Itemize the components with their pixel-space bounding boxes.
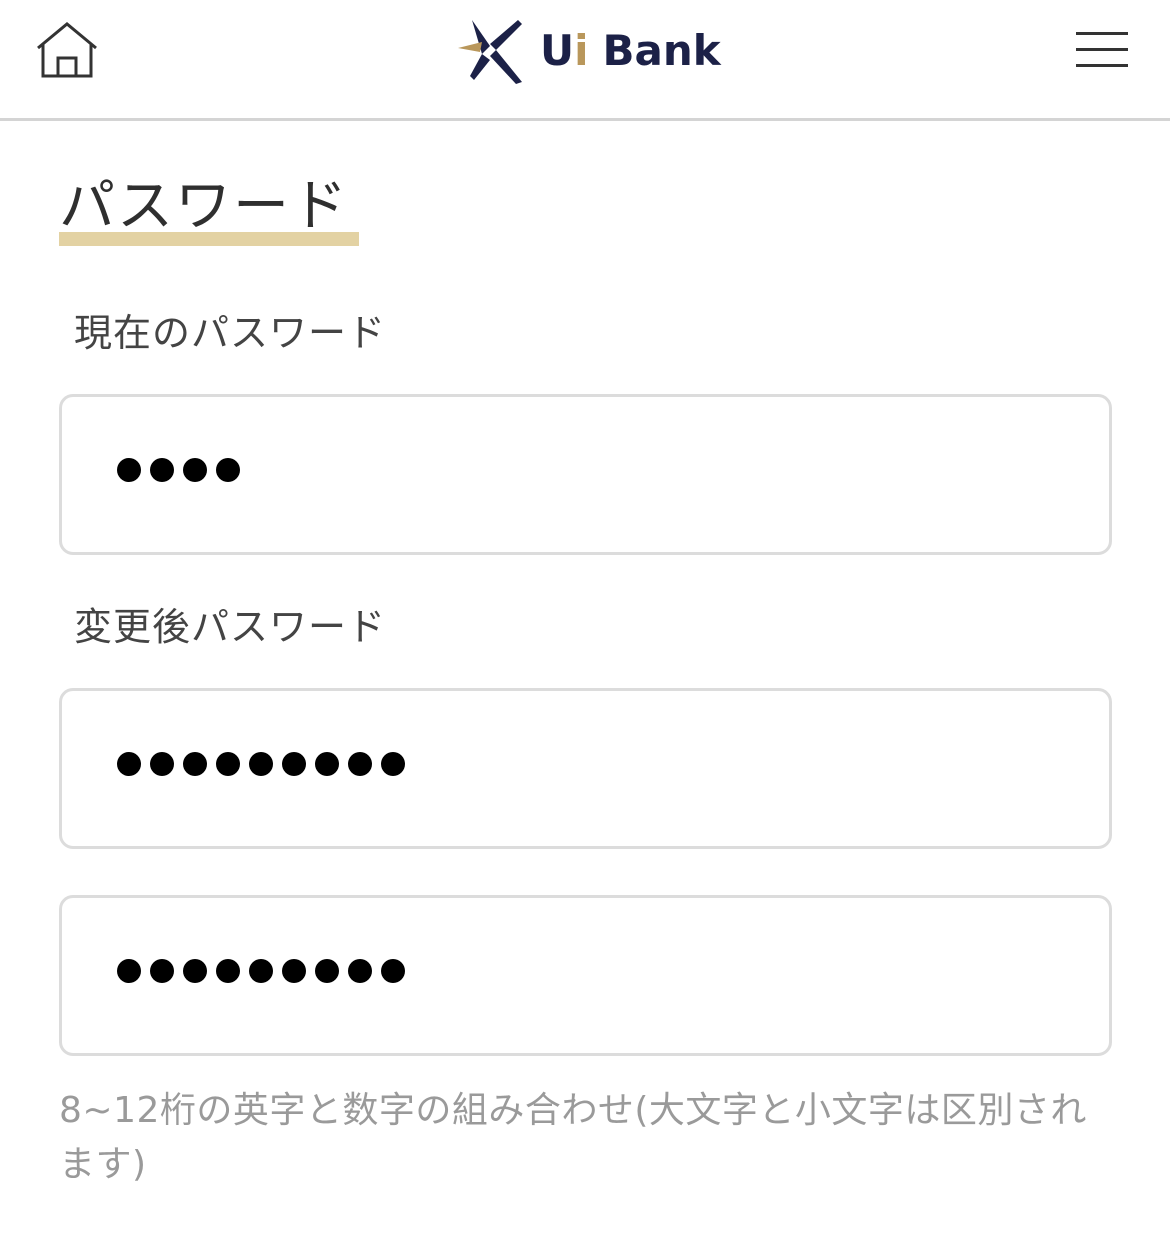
password-mask-dot <box>348 959 372 983</box>
password-mask-dot <box>315 959 339 983</box>
password-mask-dot <box>117 458 141 482</box>
page-title: パスワード <box>59 174 349 239</box>
password-mask-dot <box>183 458 207 482</box>
password-mask-dot <box>183 752 207 776</box>
password-mask-dot <box>282 752 306 776</box>
password-mask-dot <box>150 959 174 983</box>
password-mask-dot <box>249 959 273 983</box>
confirm-password-masked-value <box>117 959 414 983</box>
password-mask-dot <box>381 752 405 776</box>
new-password-field[interactable] <box>59 688 1112 849</box>
password-mask-dot <box>216 458 240 482</box>
brand-wordmark-u: U <box>540 26 575 75</box>
password-hint: 8~12桁の英字と数字の組み合わせ(大文字と小文字は区別されます) <box>59 1090 1087 1185</box>
current-password-label: 現在のパスワード <box>74 311 387 355</box>
password-mask-dot <box>315 752 339 776</box>
brand-wordmark-ui: Ui <box>540 30 589 72</box>
brand-wordmark-i: i <box>574 26 589 75</box>
current-password-field[interactable] <box>59 394 1112 555</box>
new-password-label: 変更後パスワード <box>74 605 387 649</box>
hamburger-menu-icon <box>1076 32 1128 35</box>
password-mask-dot <box>150 458 174 482</box>
brand-logo[interactable]: Ui Bank <box>456 16 721 86</box>
brand-logo-mark-icon <box>458 20 522 84</box>
password-mask-dot <box>348 752 372 776</box>
confirm-password-field[interactable] <box>59 895 1112 1056</box>
menu-button[interactable] <box>1076 30 1128 70</box>
password-mask-dot <box>249 752 273 776</box>
app-header: Ui Bank <box>0 0 1170 121</box>
home-icon <box>37 22 97 78</box>
password-mask-dot <box>117 752 141 776</box>
password-mask-dot <box>117 959 141 983</box>
page-title-block: パスワード <box>59 172 359 248</box>
current-password-masked-value <box>117 458 249 482</box>
password-mask-dot <box>183 959 207 983</box>
password-mask-dot <box>381 959 405 983</box>
password-mask-dot <box>282 959 306 983</box>
password-mask-dot <box>150 752 174 776</box>
home-button[interactable] <box>34 20 100 82</box>
new-password-masked-value <box>117 752 414 776</box>
password-mask-dot <box>216 959 240 983</box>
password-mask-dot <box>216 752 240 776</box>
brand-wordmark-bank: Bank <box>602 26 721 75</box>
brand-wordmark: Ui Bank <box>540 30 721 72</box>
